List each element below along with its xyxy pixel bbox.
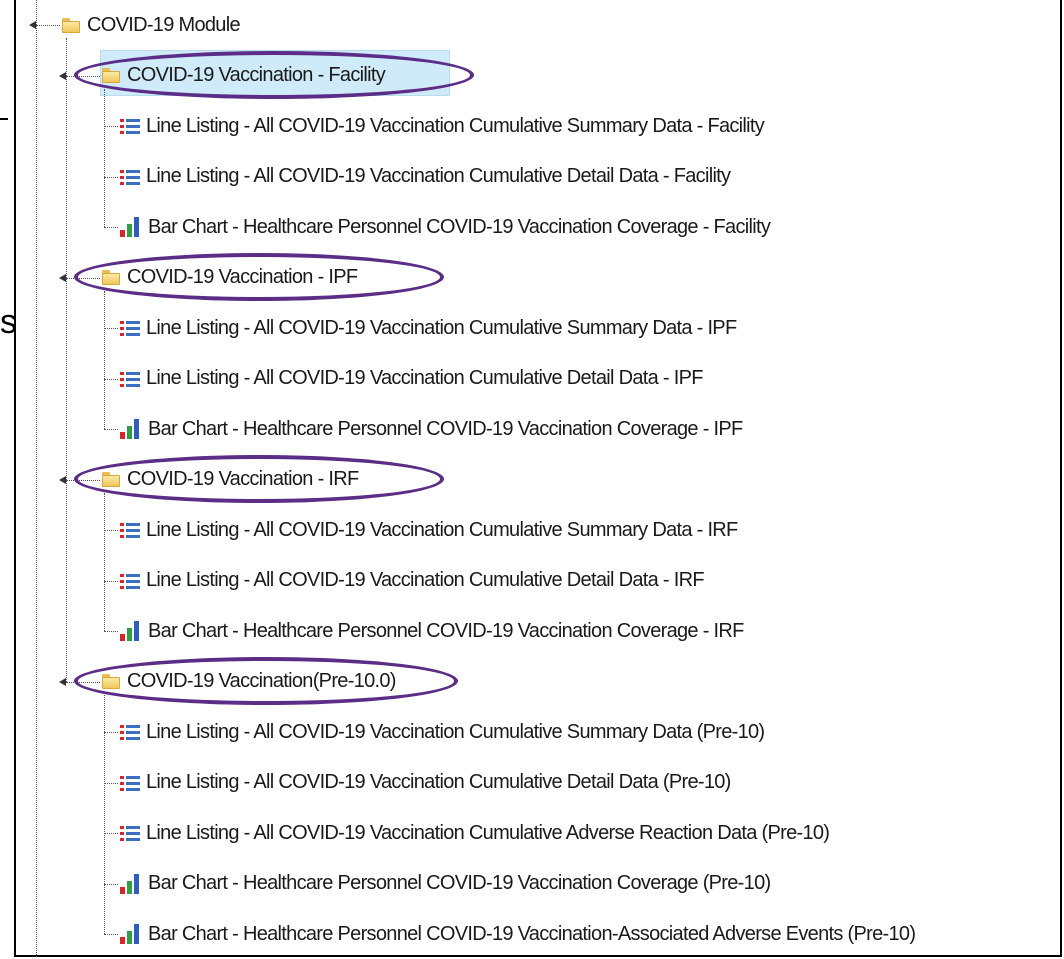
tree-connector [104, 934, 118, 935]
tree-connector [104, 378, 118, 380]
bar-chart-report[interactable]: Bar Chart - Healthcare Personnel COVID-1… [120, 214, 771, 240]
collapse-arrow-icon[interactable] [29, 21, 36, 29]
tree-connector [104, 429, 118, 430]
tree-connector [104, 290, 105, 429]
line-listing-report[interactable]: Line Listing - All COVID-19 Vaccination … [120, 366, 703, 392]
tree-root-module[interactable]: COVID-19 Module [62, 12, 241, 38]
tree-connector [104, 883, 118, 885]
report-label: Bar Chart - Healthcare Personnel COVID-1… [148, 872, 771, 894]
line-listing-icon [120, 724, 140, 740]
tree-connector [104, 694, 105, 934]
line-listing-icon [120, 775, 140, 791]
tree-connector [104, 530, 118, 531]
line-listing-report[interactable]: Line Listing - All COVID-19 Vaccination … [120, 315, 737, 341]
bar-chart-icon [120, 621, 142, 641]
bar-chart-icon [120, 217, 142, 237]
tree-connector [104, 328, 118, 329]
report-label: Line Listing - All COVID-19 Vaccination … [146, 821, 830, 844]
annotation-circle [74, 656, 458, 705]
tree-connector [104, 176, 118, 178]
line-listing-icon [120, 371, 140, 387]
report-label: Line Listing - All COVID-19 Vaccination … [146, 720, 765, 743]
tree-connector [104, 833, 118, 834]
bar-chart-icon [120, 419, 142, 439]
annotation-circle [74, 454, 444, 503]
tree-root-label: COVID-19 Module [87, 13, 241, 36]
report-label: Line Listing - All COVID-19 Vaccination … [146, 771, 731, 793]
line-listing-icon [120, 118, 140, 134]
line-listing-icon [120, 169, 140, 185]
edge-tick [0, 118, 8, 120]
bar-chart-report[interactable]: Bar Chart - Healthcare Personnel COVID-1… [120, 618, 744, 644]
tree-connector [104, 631, 118, 632]
line-listing-report[interactable]: Line Listing - All COVID-19 Vaccination … [120, 113, 765, 139]
collapse-arrow-icon[interactable] [59, 677, 66, 686]
line-listing-icon [120, 522, 140, 538]
tree-connector [104, 580, 118, 582]
report-tree-panel: COVID-19 Module COVID-19 Vaccination - Fa… [14, 0, 1062, 957]
bar-chart-icon [120, 924, 142, 944]
tree-connector [66, 38, 67, 682]
report-label: Bar Chart - Healthcare Personnel COVID-1… [148, 417, 743, 440]
bar-chart-report[interactable]: Bar Chart - Healthcare Personnel COVID-1… [120, 416, 743, 442]
line-listing-icon [120, 573, 140, 589]
line-listing-icon [120, 320, 140, 336]
tree-connector [36, 25, 60, 26]
report-label: Line Listing - All COVID-19 Vaccination … [146, 367, 703, 389]
bar-chart-report[interactable]: Bar Chart - Healthcare Personnel COVID-1… [120, 921, 916, 947]
report-label: Bar Chart - Healthcare Personnel COVID-1… [148, 619, 744, 642]
bar-chart-icon [120, 873, 142, 894]
line-listing-icon [120, 825, 140, 841]
bar-chart-report[interactable]: Bar Chart - Healthcare Personnel COVID-1… [120, 871, 771, 897]
tree-connector [104, 782, 118, 784]
tree-connector [104, 227, 118, 228]
line-listing-report[interactable]: Line Listing - All COVID-19 Vaccination … [120, 164, 731, 190]
report-label: Line Listing - All COVID-19 Vaccination … [146, 518, 738, 541]
annotation-circle [74, 252, 444, 301]
report-label: Bar Chart - Healthcare Personnel COVID-1… [148, 922, 916, 945]
report-label: Bar Chart - Healthcare Personnel COVID-1… [148, 215, 771, 238]
line-listing-report[interactable]: Line Listing - All COVID-19 Vaccination … [120, 770, 731, 796]
folder-icon [62, 17, 80, 33]
collapse-arrow-icon[interactable] [59, 475, 66, 484]
tree-connector [104, 126, 118, 127]
tree-connector [104, 732, 118, 733]
line-listing-report[interactable]: Line Listing - All COVID-19 Vaccination … [120, 568, 705, 594]
collapse-arrow-icon[interactable] [59, 71, 66, 80]
line-listing-report[interactable]: Line Listing - All COVID-19 Vaccination … [120, 517, 738, 543]
report-label: Line Listing - All COVID-19 Vaccination … [146, 316, 737, 339]
report-label: Line Listing - All COVID-19 Vaccination … [146, 114, 765, 137]
report-label: Line Listing - All COVID-19 Vaccination … [146, 165, 731, 187]
line-listing-report[interactable]: Line Listing - All COVID-19 Vaccination … [120, 719, 765, 745]
line-listing-report[interactable]: Line Listing - All COVID-19 Vaccination … [120, 820, 830, 846]
annotation-circle [74, 50, 474, 99]
tree-connector [36, 0, 37, 957]
tree-connector [104, 492, 105, 631]
collapse-arrow-icon[interactable] [59, 273, 66, 282]
tree-connector [104, 88, 105, 227]
report-label: Line Listing - All COVID-19 Vaccination … [146, 569, 705, 591]
